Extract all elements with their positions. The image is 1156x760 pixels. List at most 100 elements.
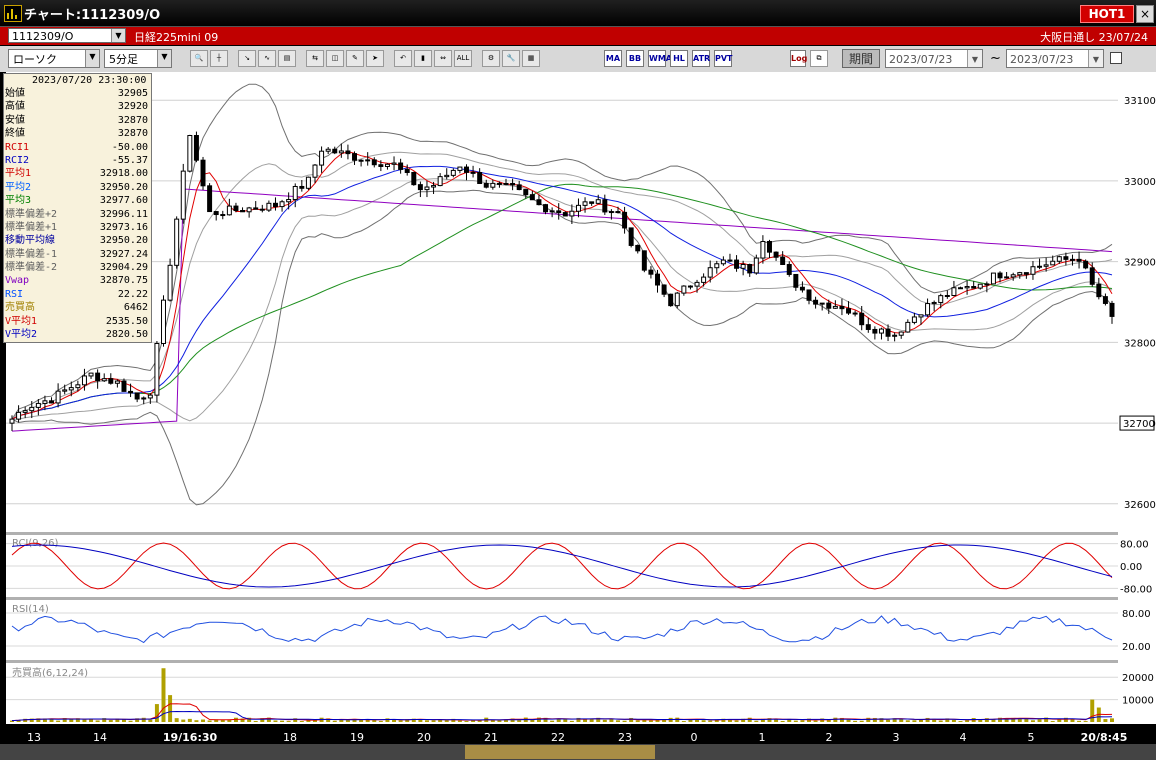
chart-area[interactable]: 3260032700328003290033000331003270080.00… <box>0 72 1156 744</box>
candle-body <box>338 150 344 154</box>
volume-bar <box>69 719 74 722</box>
info-row: 安値 32870 <box>4 114 151 127</box>
market-session-date: 大阪日通し 23/07/24 <box>1040 31 1148 44</box>
chart-app-icon <box>4 5 22 22</box>
candle-body <box>101 378 107 382</box>
candle-body <box>826 302 832 309</box>
indicator-hl-button[interactable]: HL <box>670 50 688 67</box>
volume-bar <box>1057 719 1062 722</box>
info-row: V平均2 2820.50 <box>4 328 151 341</box>
indicator-pvt-button[interactable]: PVT <box>714 50 733 67</box>
zoom-icon[interactable]: 🔍 <box>190 50 208 67</box>
all-icon[interactable]: ALL <box>454 50 472 67</box>
chevron-down-icon[interactable]: ▼ <box>111 29 125 42</box>
chevron-down-icon[interactable]: ▼ <box>157 50 171 67</box>
info-row: 標準偏差-1 32927.24 <box>4 248 151 261</box>
volume-bar <box>899 719 904 722</box>
candle-body <box>259 208 265 211</box>
log-scale-button[interactable]: Log <box>790 50 807 67</box>
volume-bar <box>872 717 877 722</box>
chart-settings-icon[interactable]: ▤ <box>278 50 296 67</box>
candle-body <box>608 211 614 214</box>
info-value: 22.22 <box>117 288 148 300</box>
color-icon[interactable]: ▦ <box>522 50 540 67</box>
indicator-icon[interactable]: ∿ <box>258 50 276 67</box>
horizontal-scrollbar[interactable] <box>0 744 1156 760</box>
date-range-checkbox[interactable] <box>1110 52 1122 64</box>
info-row: 標準偏差-2 32904.29 <box>4 261 151 274</box>
scrollbar-thumb[interactable] <box>465 745 655 759</box>
candle-body <box>1023 272 1029 275</box>
pointer-icon[interactable]: ➤ <box>366 50 384 67</box>
volume-bar <box>299 721 304 722</box>
info-value: 2820.50 <box>105 329 148 341</box>
x-tick-label: 3 <box>893 731 900 744</box>
copy-icon[interactable]: ⧉ <box>810 50 828 67</box>
info-row: 平均1 32918.00 <box>4 167 151 180</box>
shift-icon[interactable]: ⇔ <box>434 50 452 67</box>
close-icon[interactable]: × <box>1136 5 1154 23</box>
compare-icon[interactable]: ⇆ <box>306 50 324 67</box>
info-label: 始値 <box>5 88 25 99</box>
pencil-icon[interactable]: ✎ <box>346 50 364 67</box>
candle-body <box>483 182 489 188</box>
candle-body <box>1109 302 1115 317</box>
x-tick-label: 23 <box>618 731 632 744</box>
volume-pane-title: 売買高(6,12,24) <box>12 666 88 679</box>
calendar-dropdown-icon[interactable]: ▼ <box>1088 50 1103 67</box>
chevron-down-icon[interactable]: ▼ <box>85 50 99 67</box>
window-titlebar[interactable]: チャート:1112309/O HOT1 × <box>0 0 1156 27</box>
volume-bar <box>56 720 61 722</box>
crosshair-icon[interactable]: ┼ <box>210 50 228 67</box>
undo-icon[interactable]: ↶ <box>394 50 412 67</box>
indicator-wma-button[interactable]: WMA <box>648 50 672 67</box>
candle-body <box>141 397 147 400</box>
volume-icon[interactable]: ▮ <box>414 50 432 67</box>
info-rows: 始値 32905 高値 32920 安値 32870 終値 32870 RCI1 -50.00 RC… <box>4 87 151 341</box>
symbol-select[interactable]: 1112309/O ▼ <box>8 28 126 43</box>
candle-body <box>707 267 713 278</box>
chart-type-select[interactable]: ローソク ▼ <box>8 49 100 68</box>
indicator-bb-button[interactable]: BB <box>626 50 644 67</box>
date-to-value: 2023/07/23 <box>1010 53 1074 66</box>
draw-line-icon[interactable]: ↘ <box>238 50 256 67</box>
indicator-ma-button[interactable]: MA <box>604 50 622 67</box>
volume-bar <box>181 719 186 722</box>
candle-body <box>819 302 825 305</box>
calendar-dropdown-icon[interactable]: ▼ <box>967 50 982 67</box>
candle-body <box>878 328 884 334</box>
candle-body <box>635 244 641 252</box>
timeframe-select[interactable]: 5分足 ▼ <box>104 49 172 68</box>
hot-button[interactable]: HOT1 <box>1080 5 1134 23</box>
info-value: 32870 <box>117 128 148 140</box>
candle-body <box>305 176 311 189</box>
candle-body <box>1083 260 1089 269</box>
volume-bar <box>187 718 192 722</box>
period-button[interactable]: 期間 <box>842 49 880 68</box>
candle-body <box>918 314 924 318</box>
date-from-input[interactable]: 2023/07/23 ▼ <box>885 49 983 68</box>
candle-body <box>510 182 516 186</box>
info-label: 標準偏差-1 <box>5 248 58 260</box>
candle-body <box>358 159 364 162</box>
candle-body <box>714 263 720 269</box>
eraser-icon[interactable]: ◫ <box>326 50 344 67</box>
candle-body <box>371 159 377 166</box>
volume-bar <box>886 719 891 722</box>
indicator-atr-button[interactable]: ATR <box>692 50 710 67</box>
candle-body <box>193 135 199 161</box>
candle-body <box>516 184 522 191</box>
info-row: 標準偏差+1 32973.16 <box>4 221 151 234</box>
info-row: Vwap 32870.75 <box>4 274 151 287</box>
candle-body <box>1102 296 1108 304</box>
gear-icon[interactable]: ⚙ <box>482 50 500 67</box>
volume-bar <box>108 720 113 722</box>
candle-body <box>523 189 529 196</box>
date-to-input[interactable]: 2023/07/23 ▼ <box>1006 49 1104 68</box>
candle-body <box>813 299 819 305</box>
x-tick-label: 20 <box>417 731 431 744</box>
candle-body <box>536 199 542 206</box>
info-label: RCI2 <box>5 154 30 166</box>
wrench-icon[interactable]: 🔧 <box>502 50 520 67</box>
volume-bar <box>398 720 403 722</box>
